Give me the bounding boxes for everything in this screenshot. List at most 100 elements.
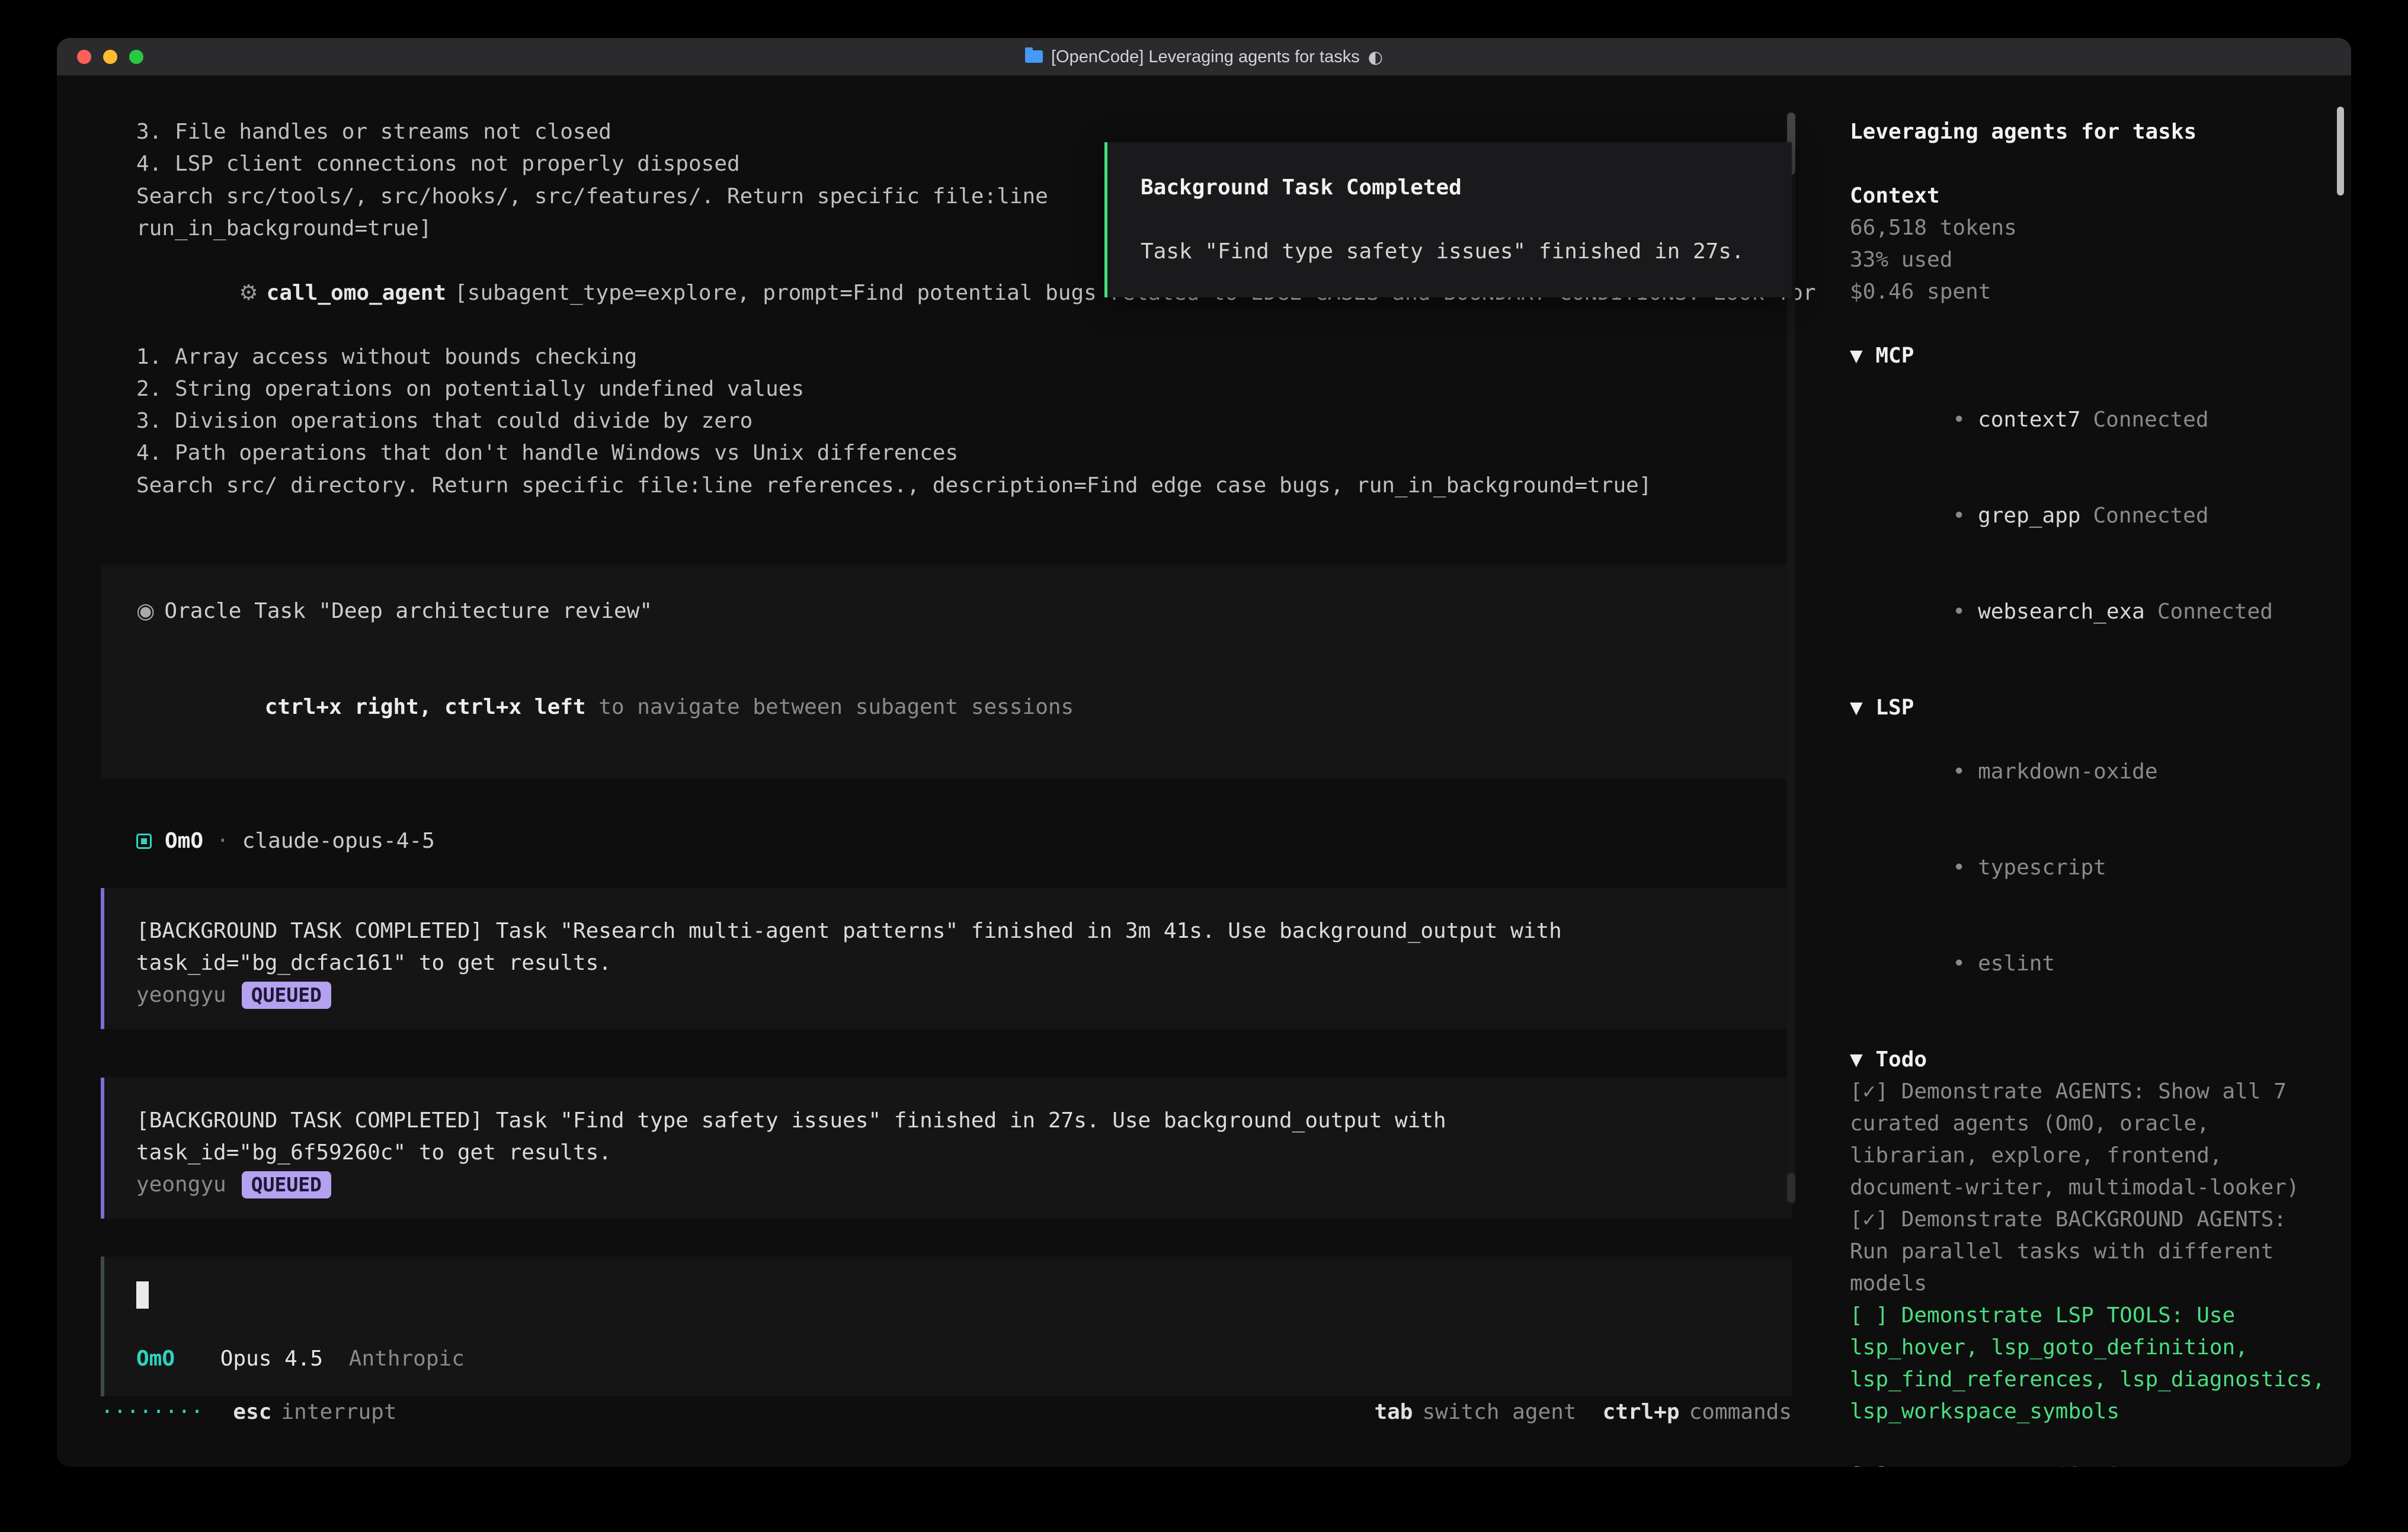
main-scrollbar-mark[interactable] xyxy=(1787,1173,1795,1203)
agent-header: OmO · claude-opus-4-5 xyxy=(101,825,1792,857)
context-tokens: 66,518 tokens xyxy=(1850,212,2330,244)
mcp-name: grep_app xyxy=(1978,504,2080,528)
lsp-item: • eslint xyxy=(1850,916,2330,1012)
notification-body: Task "Find type safety issues" finished … xyxy=(1141,236,1760,268)
mcp-status: Connected xyxy=(2093,408,2208,432)
log-line: 1. Array access without bounds checking xyxy=(101,341,1792,373)
status-bar: ········ esc interrupt tab switch agent … xyxy=(101,1396,1792,1466)
bullet-icon: • xyxy=(1952,504,1965,528)
blank-line xyxy=(1850,1012,2330,1044)
input-model-name: Opus 4.5 xyxy=(220,1347,323,1371)
mcp-item: • context7 Connected xyxy=(1850,372,2330,468)
tab-key-hint: tab xyxy=(1374,1396,1413,1428)
message-text: [BACKGROUND TASK COMPLETED] Task "Find t… xyxy=(136,1105,1760,1137)
mcp-status: Connected xyxy=(2093,504,2208,528)
log-line: 4. Path operations that don't handle Win… xyxy=(101,437,1792,469)
todo-section-header[interactable]: ▼ Todo xyxy=(1850,1044,2330,1076)
oracle-status-icon: ◉ xyxy=(136,599,155,623)
window-content: 3. File handles or streams not closed 4.… xyxy=(57,76,2351,1466)
blank-line xyxy=(136,627,1756,659)
log-line: 2. String operations on potentially unde… xyxy=(101,373,1792,405)
sidebar: Leveraging agents for tasks Context 66,5… xyxy=(1826,76,2351,1466)
oracle-task-title: ◉ Oracle Task "Deep architecture review" xyxy=(136,595,1756,627)
input-line[interactable] xyxy=(136,1281,1760,1310)
context-heading: Context xyxy=(1850,180,2330,212)
folder-icon xyxy=(1025,50,1043,63)
agent-name: OmO xyxy=(165,825,203,857)
message-background-task-1: [BACKGROUND TASK COMPLETED] Task "Resear… xyxy=(101,888,1792,1029)
message-meta: yeongyu QUEUED xyxy=(136,1169,1760,1201)
message-background-task-2: [BACKGROUND TASK COMPLETED] Task "Find t… xyxy=(101,1078,1792,1219)
tool-name: call_omo_agent xyxy=(267,281,446,305)
todo-item: [ ] Demonstrate LSP TOOLS: Use lsp_hover… xyxy=(1850,1300,2330,1428)
zoom-window-button[interactable] xyxy=(129,50,143,64)
message-author: yeongyu xyxy=(136,1169,226,1201)
terminal-window: [OpenCode] Leveraging agents for tasks ◐… xyxy=(57,38,2351,1467)
session-title: Leveraging agents for tasks xyxy=(1850,116,2330,148)
ctrlp-key-label: commands xyxy=(1689,1396,1792,1428)
minimize-window-button[interactable] xyxy=(103,50,117,64)
input-agent-name: OmO xyxy=(136,1347,175,1371)
sidebar-scrollbar-thumb[interactable] xyxy=(2337,107,2344,195)
lsp-name: markdown-oxide xyxy=(1978,759,2157,784)
esc-key-label: interrupt xyxy=(281,1396,396,1428)
gear-icon: ⚙ xyxy=(239,281,258,305)
tab-key-label: switch agent xyxy=(1422,1396,1576,1428)
progress-dots-icon: ········ xyxy=(101,1396,203,1428)
lsp-item: • typescript xyxy=(1850,820,2330,916)
window-title: [OpenCode] Leveraging agents for tasks ◐ xyxy=(1025,38,1383,76)
message-text: [BACKGROUND TASK COMPLETED] Task "Resear… xyxy=(136,915,1760,947)
chat-area: 3. File handles or streams not closed 4.… xyxy=(57,76,1826,1466)
lsp-section-header[interactable]: ▼ LSP xyxy=(1850,692,2330,724)
bullet-icon: • xyxy=(1952,951,1965,976)
close-window-button[interactable] xyxy=(77,50,91,64)
esc-key-hint: esc xyxy=(233,1396,271,1428)
message-text: task_id="bg_6f59260c" to get results. xyxy=(136,1137,1760,1169)
queued-badge: QUEUED xyxy=(242,1171,331,1198)
log-line: 3. Division operations that could divide… xyxy=(101,405,1792,437)
bullet-icon: • xyxy=(1952,855,1965,880)
ctrlp-key-hint: ctrl+p xyxy=(1603,1396,1680,1428)
todo-item: [✓] Demonstrate AGENTS: Show all 7 curat… xyxy=(1850,1076,2330,1204)
todo-item: [✓] Demonstrate BACKGROUND AGENTS: Run p… xyxy=(1850,1204,2330,1300)
mcp-status: Connected xyxy=(2157,600,2273,624)
status-left: ········ esc interrupt xyxy=(101,1396,397,1428)
notification-toast: Background Task Completed Task "Find typ… xyxy=(1104,142,1792,297)
bullet-icon: • xyxy=(1952,600,1965,624)
spinner-icon: ◐ xyxy=(1368,38,1383,76)
agent-model: claude-opus-4-5 xyxy=(242,825,435,857)
lsp-item: •markdown-oxide xyxy=(1850,724,2330,820)
log-line: Search src/ directory. Return specific f… xyxy=(101,470,1792,502)
lsp-name: typescript xyxy=(1978,855,2106,880)
blank-line xyxy=(1850,660,2330,692)
separator-dot: · xyxy=(216,825,229,857)
model-info-line: OmO Opus 4.5 Anthropic xyxy=(136,1343,1760,1375)
message-author: yeongyu xyxy=(136,979,226,1011)
oracle-task-label: Oracle Task "Deep architecture review" xyxy=(164,599,652,623)
prompt-input[interactable]: OmO Opus 4.5 Anthropic xyxy=(101,1257,1792,1396)
message-meta: yeongyu QUEUED xyxy=(136,979,1760,1011)
hint-keys: ctrl+x right, ctrl+x left xyxy=(265,695,586,719)
context-spent: $0.46 spent xyxy=(1850,276,2330,308)
queued-badge: QUEUED xyxy=(242,982,331,1009)
mcp-item: • websearch_exa Connected xyxy=(1850,564,2330,660)
mcp-name: context7 xyxy=(1978,408,2080,432)
window-title-text: [OpenCode] Leveraging agents for tasks xyxy=(1051,38,1360,76)
titlebar[interactable]: [OpenCode] Leveraging agents for tasks ◐ xyxy=(57,38,2351,76)
text-cursor xyxy=(136,1281,149,1309)
blank-line xyxy=(1141,204,1760,236)
hint-text: to navigate between subagent sessions xyxy=(586,695,1074,719)
message-text: task_id="bg_dcfac161" to get results. xyxy=(136,947,1760,979)
oracle-navigation-hint: ctrl+x right, ctrl+x left to navigate be… xyxy=(136,659,1756,755)
bullet-icon: • xyxy=(1952,408,1965,432)
traffic-lights xyxy=(77,50,143,64)
context-used: 33% used xyxy=(1850,244,2330,276)
lsp-name: eslint xyxy=(1978,951,2055,976)
input-provider-name: Anthropic xyxy=(349,1347,465,1371)
notification-title: Background Task Completed xyxy=(1141,172,1760,204)
blank-line xyxy=(1850,148,2330,180)
mcp-item: • grep_app Connected xyxy=(1850,468,2330,564)
agent-icon xyxy=(136,834,152,849)
mcp-section-header[interactable]: ▼ MCP xyxy=(1850,340,2330,372)
mcp-name: websearch_exa xyxy=(1978,600,2145,624)
